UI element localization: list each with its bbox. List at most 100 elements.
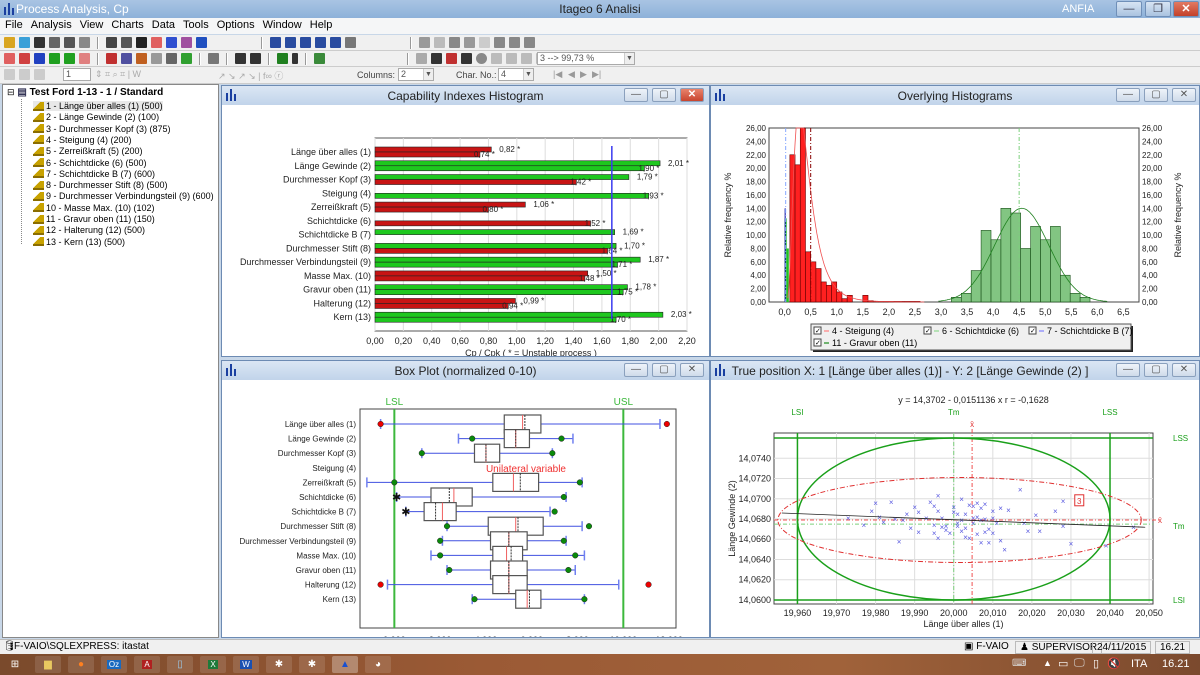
- chart-trend-icon[interactable]: [19, 53, 30, 64]
- columns-select[interactable]: 2 ▼: [398, 68, 434, 81]
- start-button[interactable]: ⊞: [2, 656, 28, 673]
- menu-view[interactable]: View: [75, 18, 107, 31]
- menu-tools[interactable]: Tools: [178, 18, 212, 31]
- layout-icon[interactable]: [314, 53, 325, 64]
- tool2-icon[interactable]: ✱: [299, 656, 325, 673]
- capability-icon[interactable]: [181, 53, 192, 64]
- bar-chart-icon[interactable]: [166, 37, 177, 48]
- close-button[interactable]: ✕: [680, 88, 704, 102]
- minimize-button[interactable]: —: [1116, 88, 1140, 102]
- tree-item[interactable]: 5 - Zerreißkraft (5) (200): [33, 146, 143, 156]
- columns-icon[interactable]: [330, 37, 341, 48]
- paint-icon[interactable]: ◕: [365, 656, 391, 673]
- tree-item[interactable]: 13 - Kern (13) (500): [33, 237, 125, 247]
- menu-file[interactable]: File: [0, 18, 26, 31]
- diamond-icon[interactable]: [449, 37, 460, 48]
- calc-icon[interactable]: [521, 53, 532, 64]
- tree-item[interactable]: 10 - Masse Max. (10) (102): [33, 203, 155, 213]
- table-icon[interactable]: [285, 37, 296, 48]
- note-icon[interactable]: [419, 37, 430, 48]
- prev-record-button[interactable]: ◀: [568, 69, 575, 80]
- maximize-button[interactable]: ▢: [1144, 88, 1168, 102]
- chevron-down-icon[interactable]: [292, 53, 298, 64]
- restore-button[interactable]: ❐: [1145, 1, 1171, 17]
- range-icon[interactable]: [431, 53, 442, 64]
- excel-icon[interactable]: X: [200, 656, 226, 673]
- add-icon[interactable]: [479, 37, 490, 48]
- sigma-level-select[interactable]: 3 --> 99,73 % ▼: [537, 52, 635, 65]
- import-icon[interactable]: [300, 37, 311, 48]
- network-icon[interactable]: 🖵: [1074, 657, 1085, 670]
- bold-b-icon[interactable]: [235, 53, 246, 64]
- tree-item[interactable]: 9 - Durchmesser Verbindungsteil (9) (600…: [33, 191, 214, 201]
- hist-icon[interactable]: [416, 53, 427, 64]
- minimize-button[interactable]: —: [624, 363, 648, 377]
- close-button[interactable]: ✕: [1172, 363, 1196, 377]
- shield-icon[interactable]: [494, 37, 505, 48]
- menu-options[interactable]: Options: [212, 18, 258, 31]
- maximize-button[interactable]: ▢: [652, 363, 676, 377]
- shield2-icon[interactable]: [509, 37, 520, 48]
- minimize-button[interactable]: —: [1116, 1, 1142, 17]
- close-button[interactable]: ✕: [1172, 88, 1196, 102]
- minimize-button[interactable]: —: [1116, 363, 1140, 377]
- menu-help[interactable]: Help: [305, 18, 336, 31]
- database-icon[interactable]: [19, 37, 30, 48]
- spin-controls-icon[interactable]: ⇕ ⌗ ⌕ ⌗ | W: [95, 69, 141, 80]
- char-no-select[interactable]: 4 ▼: [498, 68, 534, 81]
- crosshair-icon[interactable]: [106, 53, 117, 64]
- tree-item[interactable]: 1 - Länge über alles (1) (500): [33, 101, 163, 111]
- last-record-button[interactable]: ▶|: [592, 69, 601, 80]
- calculator-icon[interactable]: ▯: [167, 656, 193, 673]
- menu-charts[interactable]: Charts: [106, 18, 146, 31]
- itageo-icon[interactable]: ▲: [332, 656, 358, 673]
- export-icon[interactable]: [315, 37, 326, 48]
- print-preview-icon[interactable]: [79, 37, 90, 48]
- hash-icon[interactable]: [461, 53, 472, 64]
- scatter-icon[interactable]: [121, 53, 132, 64]
- outlook-icon[interactable]: Oz: [101, 656, 127, 673]
- tray-window-icon[interactable]: ▭: [1058, 657, 1068, 670]
- tree-item[interactable]: 8 - Durchmesser Stift (8) (500): [33, 180, 168, 190]
- tree-item[interactable]: 11 - Gravur oben (11) (150): [33, 214, 155, 224]
- pareto-icon[interactable]: [151, 53, 162, 64]
- access-icon[interactable]: A: [134, 656, 160, 673]
- maximize-button[interactable]: ▢: [1144, 363, 1168, 377]
- grid-icon[interactable]: [270, 37, 281, 48]
- chart-line-icon[interactable]: [4, 53, 15, 64]
- transform-icons[interactable]: ↗ ↘ ↗ ↘ | f∞ ⓡ: [218, 69, 283, 82]
- chart-area-icon[interactable]: [79, 53, 90, 64]
- tree-item[interactable]: 12 - Halterung (12) (500): [33, 225, 145, 235]
- menu-window[interactable]: Window: [258, 18, 305, 31]
- filter-icon[interactable]: [524, 37, 535, 48]
- explorer-icon[interactable]: ▆: [35, 656, 61, 673]
- open-icon[interactable]: [4, 37, 15, 48]
- chart-type-icon[interactable]: [277, 53, 288, 64]
- close-button[interactable]: ✕: [1173, 1, 1199, 17]
- window-caption[interactable]: Capability Indexes Histogram — ▢ ✕: [222, 86, 709, 105]
- box-icon[interactable]: [166, 53, 177, 64]
- tree-item[interactable]: 7 - Schichtdicke B (7) (600): [33, 169, 155, 179]
- square-icon[interactable]: [464, 37, 475, 48]
- menu-data[interactable]: Data: [147, 18, 178, 31]
- battery-icon[interactable]: ▯: [1093, 657, 1099, 670]
- word-icon[interactable]: W: [233, 656, 259, 673]
- p-icon[interactable]: [250, 53, 261, 64]
- tree-icon[interactable]: [345, 37, 356, 48]
- taskbar-clock[interactable]: 16.21: [1162, 658, 1190, 670]
- menu-analysis[interactable]: Analysis: [26, 18, 75, 31]
- chart-options-icon[interactable]: [208, 53, 219, 64]
- eraser-icon[interactable]: [491, 53, 502, 64]
- window-caption[interactable]: True position X: 1 [Länge über alles (1)…: [711, 361, 1199, 380]
- histogram-icon[interactable]: [181, 37, 192, 48]
- chart-bar-icon[interactable]: [34, 53, 45, 64]
- keyboard-icon[interactable]: ⌨: [1012, 658, 1026, 669]
- chart-column-icon[interactable]: [49, 53, 60, 64]
- tree-item[interactable]: 2 - Länge Gewinde (2) (100): [33, 112, 159, 122]
- circle-icon[interactable]: [476, 53, 487, 64]
- edit-icon[interactable]: [434, 37, 445, 48]
- chart-a-icon[interactable]: [4, 69, 15, 80]
- line-chart-icon[interactable]: [151, 37, 162, 48]
- chart-b-icon[interactable]: [19, 69, 30, 80]
- zoom-icon[interactable]: [446, 53, 457, 64]
